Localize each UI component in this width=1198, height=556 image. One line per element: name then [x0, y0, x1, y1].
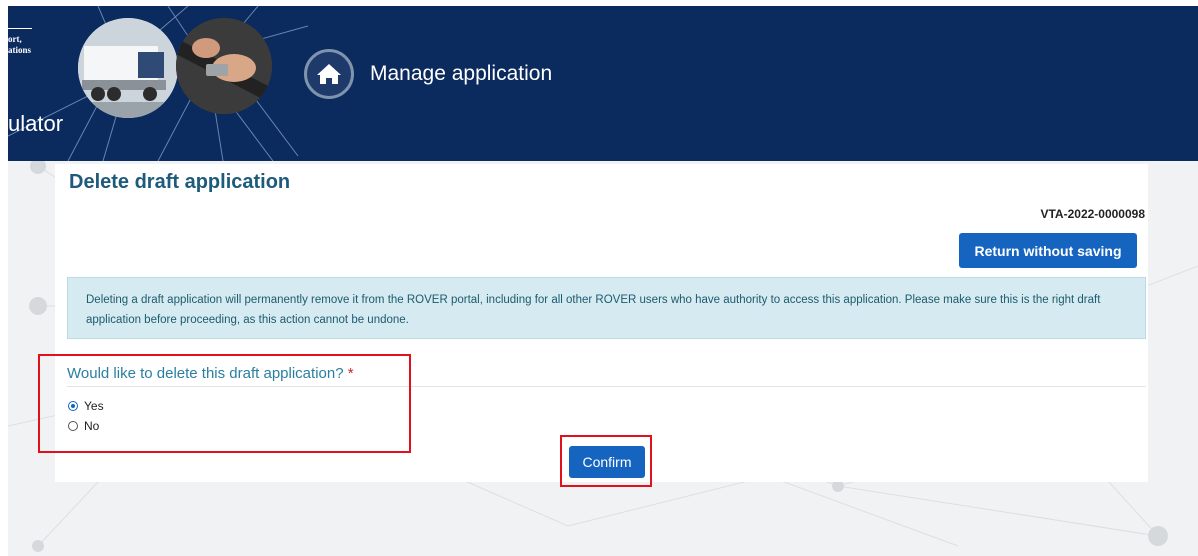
header-title: Manage application	[370, 62, 553, 85]
site-header: ort, ations ulator Manage application	[8, 6, 1198, 161]
return-without-saving-button[interactable]: Return without saving	[959, 233, 1137, 268]
application-reference: VTA-2022-0000098	[1040, 207, 1145, 221]
home-icon	[317, 64, 341, 84]
seatbelt-photo	[176, 18, 272, 114]
org-logo-text: ort, ations	[8, 34, 32, 55]
home-button[interactable]	[304, 49, 354, 99]
highlight-box-confirm	[560, 435, 652, 487]
page-title: Delete draft application	[69, 171, 291, 193]
truck-photo	[78, 18, 178, 118]
org-logo-suffix: ulator	[8, 111, 64, 136]
delete-warning-notice: Deleting a draft application will perman…	[67, 277, 1146, 339]
highlight-box-question	[38, 354, 411, 453]
org-logo-rule	[8, 28, 32, 29]
